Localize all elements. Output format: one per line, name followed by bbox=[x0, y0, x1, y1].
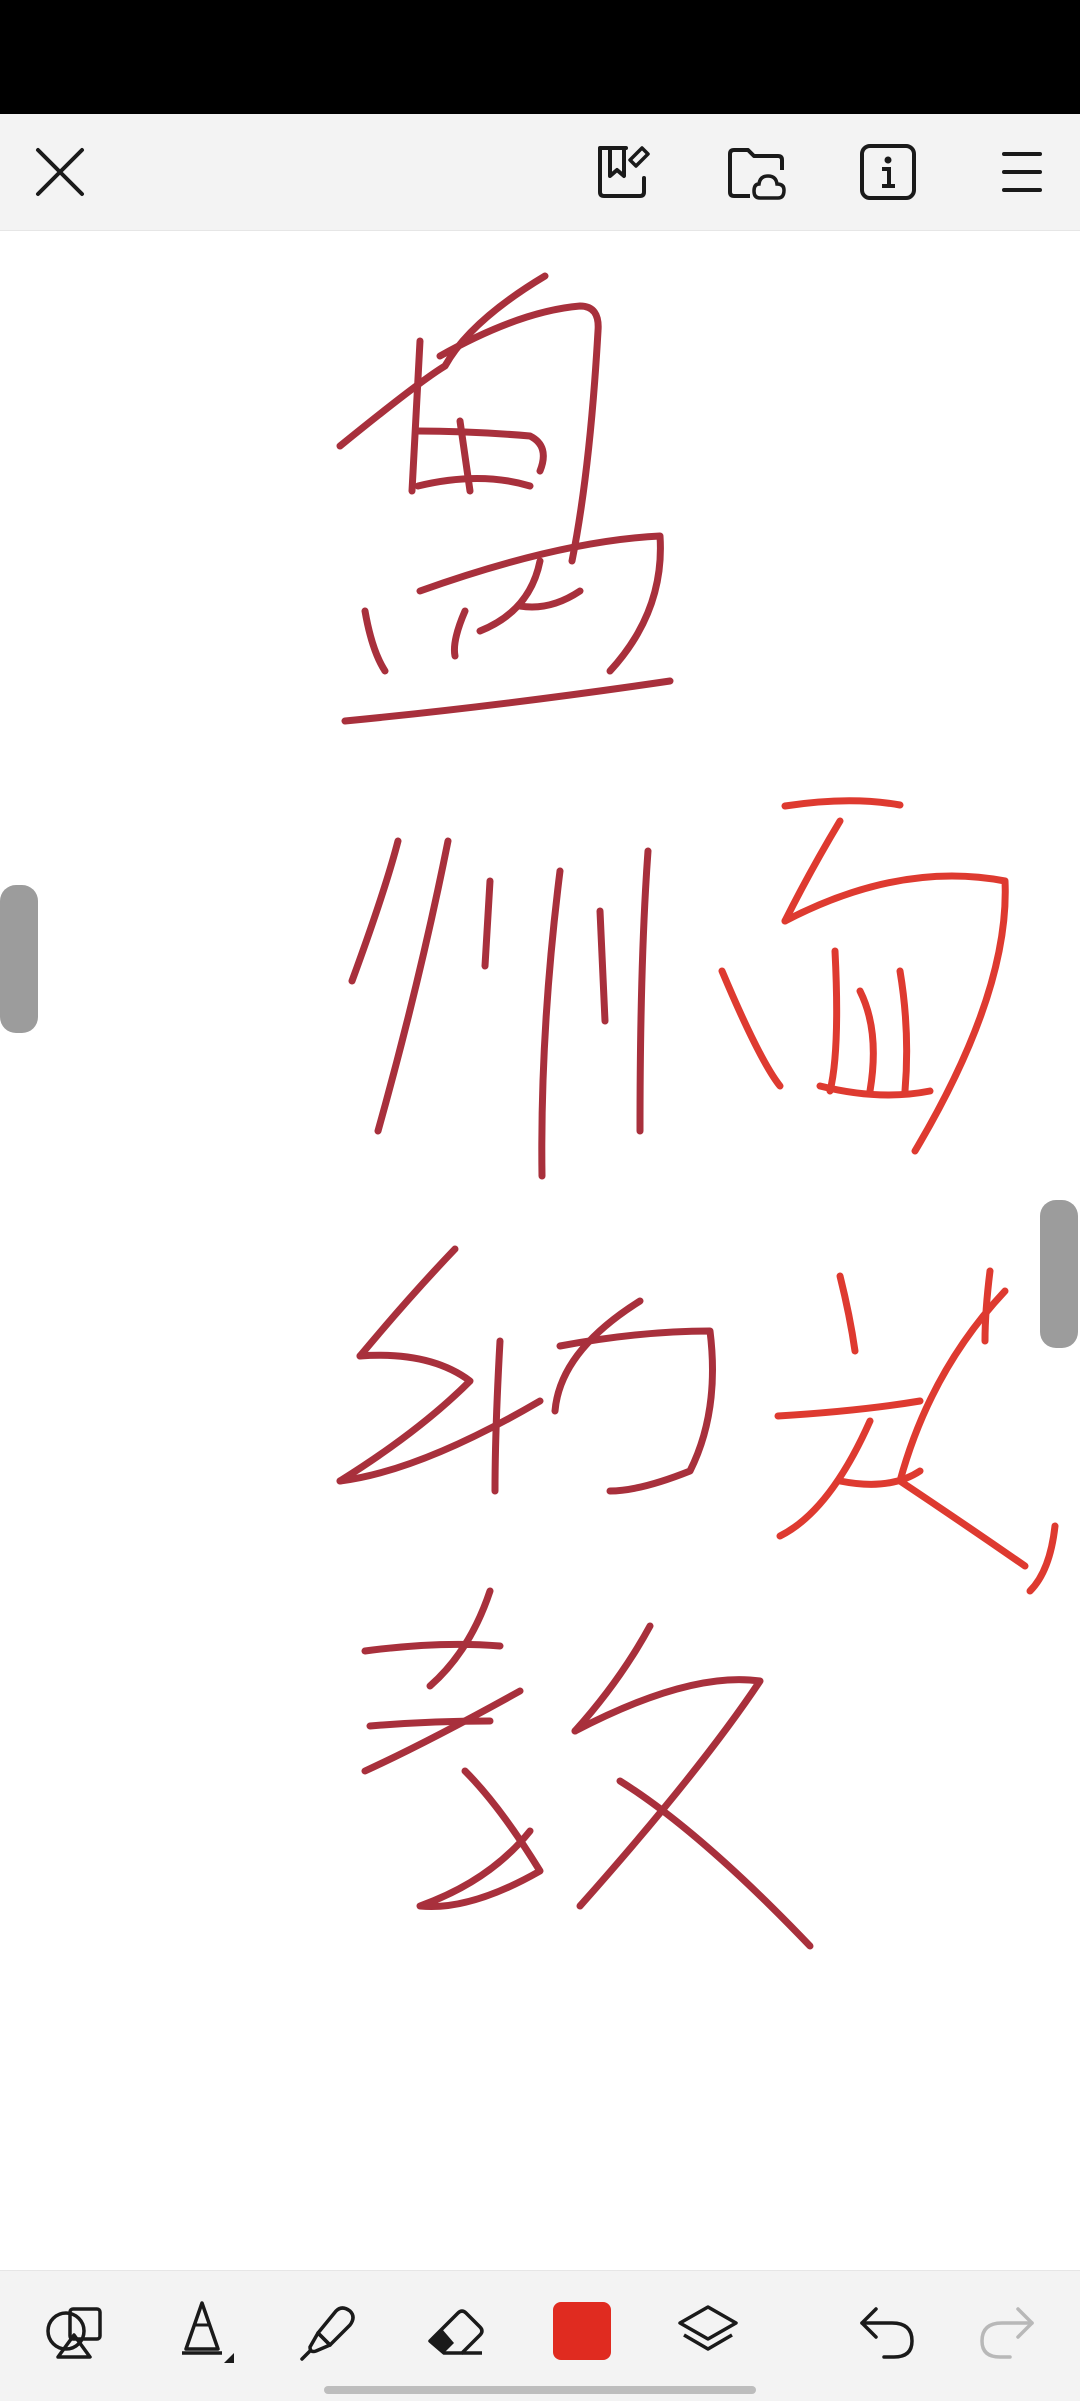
close-icon bbox=[36, 148, 84, 196]
redo-button[interactable] bbox=[966, 2291, 1046, 2371]
color-button[interactable] bbox=[542, 2291, 622, 2371]
handwriting-column-2 bbox=[718, 797, 1059, 1595]
layers-icon bbox=[678, 2305, 738, 2351]
menu-icon bbox=[1002, 152, 1042, 192]
close-button[interactable] bbox=[22, 134, 98, 210]
home-indicator[interactable] bbox=[324, 2386, 756, 2394]
undo-icon bbox=[860, 2307, 914, 2359]
folder-cloud-button[interactable] bbox=[718, 134, 794, 210]
marker-button[interactable] bbox=[290, 2291, 370, 2371]
shapes-button[interactable] bbox=[36, 2291, 116, 2371]
eraser-button[interactable] bbox=[416, 2291, 496, 2371]
menu-button[interactable] bbox=[984, 134, 1060, 210]
status-bar bbox=[0, 0, 1080, 114]
pencil-icon bbox=[182, 2301, 234, 2363]
drawing-canvas[interactable] bbox=[0, 231, 1080, 2270]
eraser-icon bbox=[428, 2309, 484, 2355]
right-scroll-handle[interactable] bbox=[1040, 1200, 1078, 1348]
bookmark-edit-button[interactable] bbox=[584, 134, 660, 210]
undo-button[interactable] bbox=[848, 2291, 928, 2371]
info-icon bbox=[860, 144, 916, 200]
handwriting-strokes bbox=[336, 272, 1059, 1950]
layers-button[interactable] bbox=[668, 2291, 748, 2371]
folder-cloud-icon bbox=[728, 148, 786, 200]
pencil-button[interactable] bbox=[162, 2291, 242, 2371]
handwriting-column-1 bbox=[336, 272, 814, 1950]
bottom-toolbar bbox=[0, 2270, 1080, 2401]
redo-icon bbox=[980, 2307, 1034, 2359]
bookmark-edit-icon bbox=[598, 146, 650, 198]
info-button[interactable] bbox=[850, 134, 926, 210]
marker-icon bbox=[300, 2306, 355, 2361]
color-swatch bbox=[553, 2302, 611, 2360]
top-toolbar bbox=[0, 114, 1080, 231]
left-scroll-handle[interactable] bbox=[0, 885, 38, 1033]
shapes-icon bbox=[46, 2307, 102, 2359]
